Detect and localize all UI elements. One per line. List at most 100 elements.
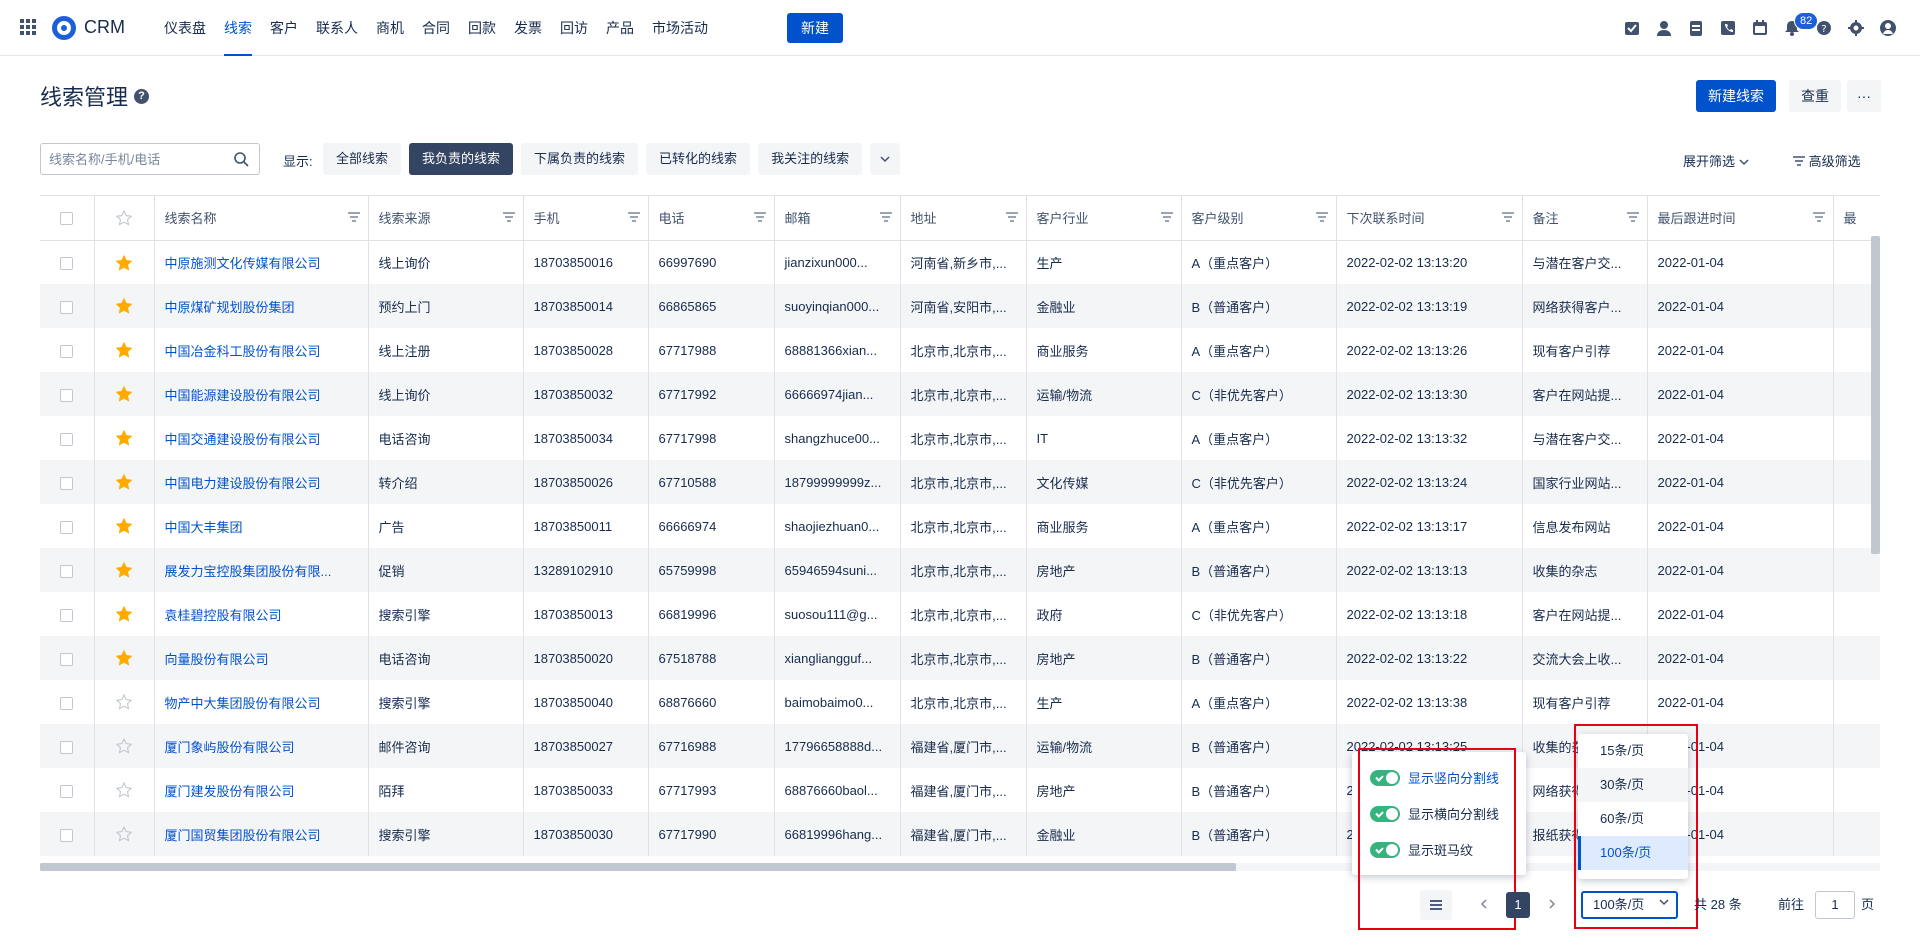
lead-name-link[interactable]: 中国交通建设股份有限公司 bbox=[154, 416, 369, 460]
filter-tab[interactable]: 全部线索 bbox=[323, 143, 402, 175]
calendar-icon[interactable] bbox=[1744, 16, 1776, 40]
column-filter-icon[interactable] bbox=[1501, 212, 1514, 222]
nav-item[interactable]: 客户 bbox=[261, 0, 307, 56]
lead-name-link[interactable]: 中原煤矿规划股份集团 bbox=[154, 284, 369, 328]
star-filled-icon[interactable] bbox=[116, 518, 132, 534]
next-page-button[interactable] bbox=[1542, 890, 1562, 920]
table-row[interactable]: 袁桂碧控股有限公司 搜索引擎 18703850013 66819996 suosou11… bbox=[40, 592, 1880, 636]
select-all-checkbox[interactable] bbox=[60, 212, 74, 226]
star-filled-icon[interactable] bbox=[116, 650, 132, 666]
table-row[interactable]: 展发力宝控股集团股份有限... 促销 13289102910 65759998 6594… bbox=[40, 548, 1880, 592]
avatar-icon[interactable] bbox=[1872, 16, 1904, 40]
help-circle-icon[interactable]: ? bbox=[134, 88, 150, 104]
table-row[interactable]: 物产中大集团股份有限公司 搜索引擎 18703850040 68876660 baimo… bbox=[40, 680, 1880, 724]
table-settings-button[interactable] bbox=[1420, 890, 1452, 920]
column-header[interactable]: 手机 bbox=[523, 196, 649, 241]
star-filled-icon[interactable] bbox=[116, 342, 132, 358]
column-header[interactable]: 邮箱 bbox=[774, 196, 901, 241]
filter-tab[interactable]: 下属负责的线索 bbox=[521, 143, 639, 175]
star-outline-icon[interactable] bbox=[116, 210, 132, 226]
nav-item[interactable]: 联系人 bbox=[307, 0, 367, 56]
row-checkbox[interactable] bbox=[60, 520, 74, 534]
column-filter-icon[interactable] bbox=[347, 212, 360, 222]
row-checkbox[interactable] bbox=[60, 652, 74, 666]
nav-item[interactable]: 产品 bbox=[597, 0, 643, 56]
lead-name-link[interactable]: 中国冶金科工股份有限公司 bbox=[154, 328, 369, 372]
lead-name-link[interactable]: 厦门象屿股份有限公司 bbox=[154, 724, 369, 768]
filter-tab[interactable]: 我关注的线索 bbox=[758, 143, 863, 175]
row-checkbox[interactable] bbox=[60, 432, 74, 446]
column-filter-icon[interactable] bbox=[1160, 212, 1173, 222]
prev-page-button[interactable] bbox=[1474, 890, 1494, 920]
lead-name-link[interactable]: 厦门建发股份有限公司 bbox=[154, 768, 369, 812]
filter-more-button[interactable] bbox=[870, 143, 901, 175]
global-new-button[interactable]: 新建 bbox=[787, 13, 843, 43]
star-filled-icon[interactable] bbox=[116, 430, 132, 446]
lead-name-link[interactable]: 厦门国贸集团股份有限公司 bbox=[154, 812, 369, 856]
search-icon[interactable] bbox=[233, 151, 249, 167]
column-header[interactable]: 客户行业 bbox=[1026, 196, 1182, 241]
user-icon[interactable] bbox=[1648, 16, 1680, 40]
column-header[interactable]: 最后跟进时间 bbox=[1647, 196, 1834, 241]
table-row[interactable]: 中原煤矿规划股份集团 预约上门 18703850014 66865865 suoyinq… bbox=[40, 284, 1880, 328]
page-number-current[interactable]: 1 bbox=[1506, 892, 1530, 918]
page-size-select[interactable]: 100条/页 bbox=[1581, 891, 1678, 919]
column-header[interactable]: 最 bbox=[1833, 196, 1880, 241]
bell-icon[interactable]: 82 bbox=[1776, 12, 1819, 40]
table-row[interactable]: 中国交通建设股份有限公司 电话咨询 18703850034 67717998 shang… bbox=[40, 416, 1880, 460]
star-outline-icon[interactable] bbox=[116, 782, 132, 798]
document-icon[interactable] bbox=[1680, 16, 1712, 40]
table-row[interactable]: 中国大丰集团 广告 18703850011 66666974 shaojiezhuan0… bbox=[40, 504, 1880, 548]
star-filled-icon[interactable] bbox=[116, 606, 132, 622]
star-outline-icon[interactable] bbox=[116, 694, 132, 710]
app-launcher-icon[interactable] bbox=[20, 19, 36, 35]
star-filled-icon[interactable] bbox=[116, 474, 132, 490]
column-filter-icon[interactable] bbox=[1315, 212, 1328, 222]
nav-item[interactable]: 发票 bbox=[505, 0, 551, 56]
star-filled-icon[interactable] bbox=[116, 386, 132, 402]
column-header[interactable]: 客户级别 bbox=[1181, 196, 1337, 241]
table-row[interactable]: 中国能源建设股份有限公司 线上询价 18703850032 67717992 66666… bbox=[40, 372, 1880, 416]
lead-name-link[interactable]: 物产中大集团股份有限公司 bbox=[154, 680, 369, 724]
advanced-filter-button[interactable]: 高级筛选 bbox=[1793, 151, 1861, 170]
row-checkbox[interactable] bbox=[60, 388, 74, 402]
nav-item[interactable]: 回款 bbox=[459, 0, 505, 56]
column-filter-icon[interactable] bbox=[1626, 212, 1639, 222]
lead-name-link[interactable]: 中原施测文化传媒有限公司 bbox=[154, 240, 369, 284]
row-checkbox[interactable] bbox=[60, 476, 74, 490]
column-filter-icon[interactable] bbox=[502, 212, 515, 222]
nav-item[interactable]: 商机 bbox=[367, 0, 413, 56]
row-checkbox[interactable] bbox=[60, 828, 74, 842]
row-checkbox[interactable] bbox=[60, 740, 74, 754]
new-lead-button[interactable]: 新建线索 bbox=[1696, 80, 1776, 112]
column-header[interactable]: 备注 bbox=[1522, 196, 1648, 241]
vertical-scrollbar[interactable] bbox=[1871, 236, 1880, 554]
lead-name-link[interactable]: 展发力宝控股集团股份有限... bbox=[154, 548, 369, 592]
column-filter-icon[interactable] bbox=[1005, 212, 1018, 222]
row-checkbox[interactable] bbox=[60, 344, 74, 358]
filter-tab[interactable]: 我负责的线索 bbox=[409, 143, 514, 175]
goto-page-input[interactable]: 1 bbox=[1815, 891, 1855, 919]
dedupe-button[interactable]: 查重 bbox=[1789, 80, 1841, 112]
search-input[interactable] bbox=[41, 144, 221, 174]
star-outline-icon[interactable] bbox=[116, 826, 132, 842]
lead-name-link[interactable]: 中国能源建设股份有限公司 bbox=[154, 372, 369, 416]
star-outline-icon[interactable] bbox=[116, 738, 132, 754]
lead-name-link[interactable]: 袁桂碧控股有限公司 bbox=[154, 592, 369, 636]
phone-icon[interactable] bbox=[1712, 16, 1744, 40]
column-header[interactable]: 线索名称 bbox=[154, 196, 369, 241]
task-icon[interactable] bbox=[1616, 16, 1648, 40]
star-filled-icon[interactable] bbox=[116, 298, 132, 314]
column-filter-icon[interactable] bbox=[879, 212, 892, 222]
lead-name-link[interactable]: 中国电力建设股份有限公司 bbox=[154, 460, 369, 504]
row-checkbox[interactable] bbox=[60, 696, 74, 710]
more-actions-button[interactable]: ··· bbox=[1847, 80, 1881, 112]
table-row[interactable]: 中国冶金科工股份有限公司 线上注册 18703850028 67717988 68881… bbox=[40, 328, 1880, 372]
column-filter-icon[interactable] bbox=[627, 212, 640, 222]
help-icon[interactable]: ? bbox=[1808, 16, 1840, 40]
nav-item[interactable]: 仪表盘 bbox=[155, 0, 215, 56]
column-filter-icon[interactable] bbox=[753, 212, 766, 222]
row-checkbox[interactable] bbox=[60, 300, 74, 314]
column-header[interactable]: 地址 bbox=[900, 196, 1027, 241]
row-checkbox[interactable] bbox=[60, 564, 74, 578]
